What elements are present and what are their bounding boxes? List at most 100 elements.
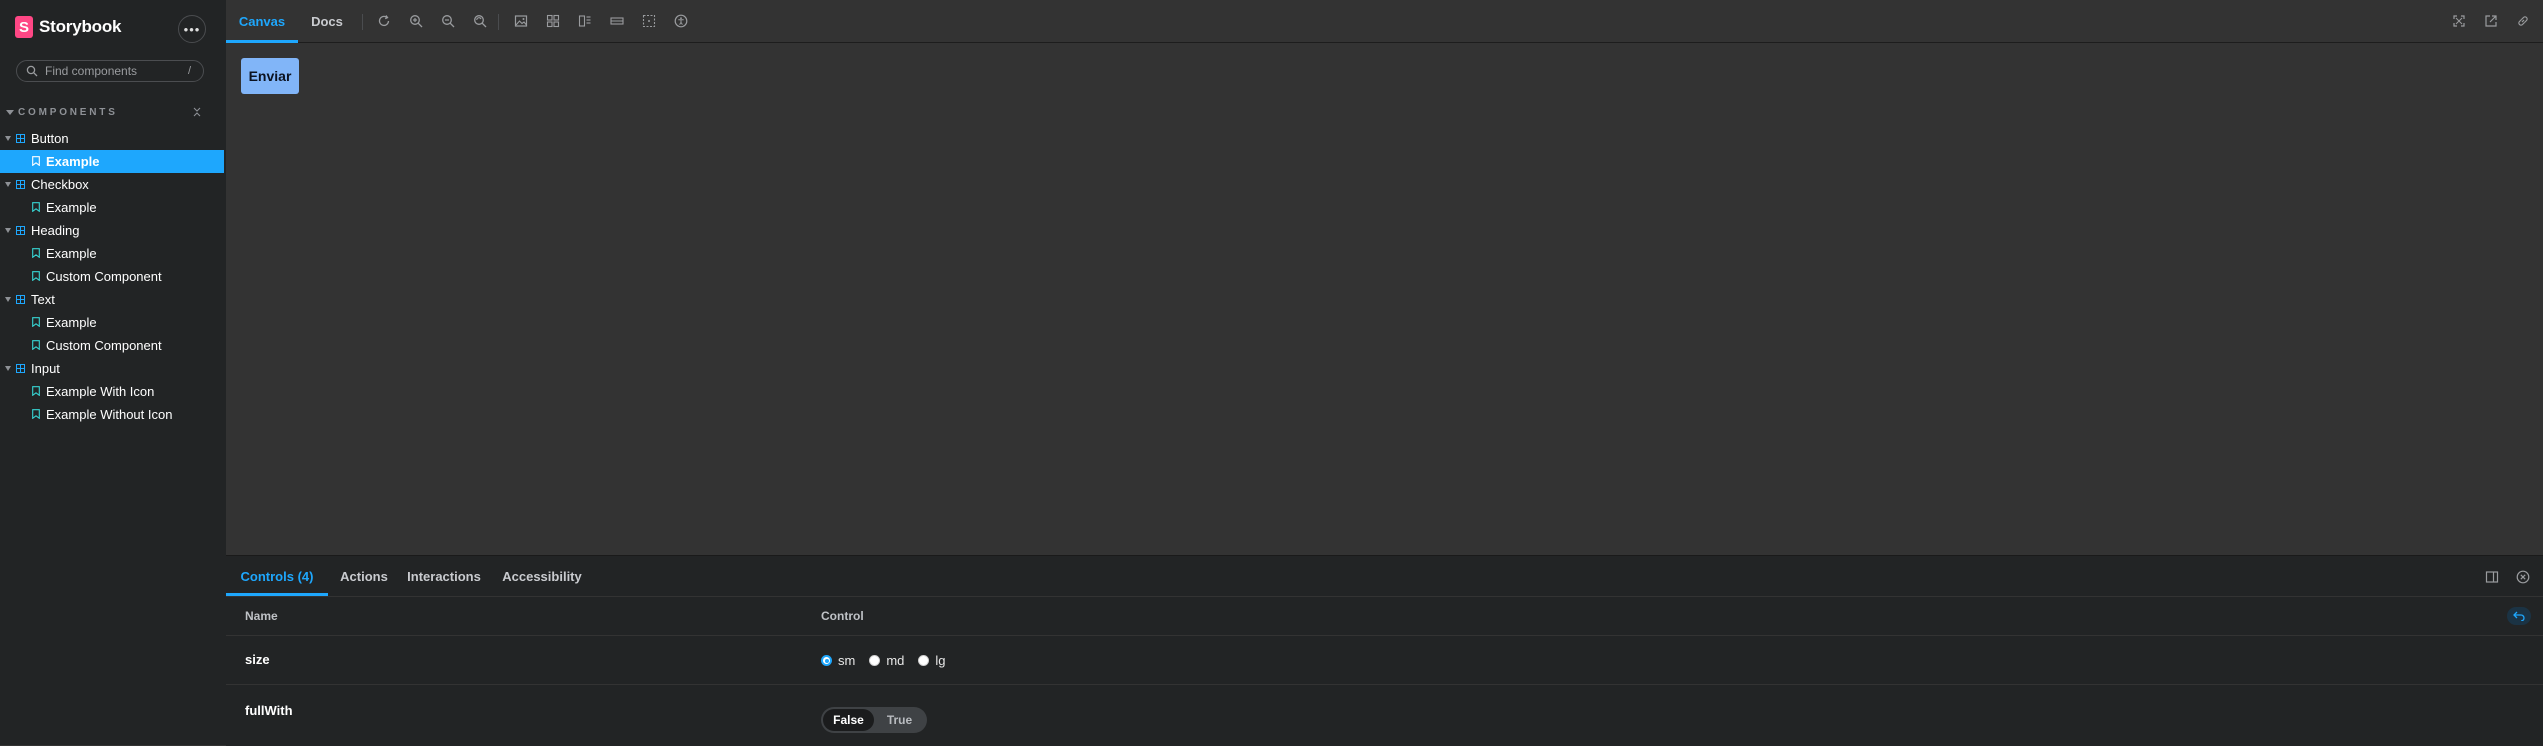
background-icon[interactable] xyxy=(514,14,528,28)
open-new-tab-icon[interactable] xyxy=(2484,14,2498,28)
sidebar-item-heading[interactable]: Heading xyxy=(0,219,226,242)
zoom-reset-icon[interactable] xyxy=(473,14,487,28)
sidebar-item-label: Example xyxy=(46,200,97,215)
measure-icon[interactable] xyxy=(610,14,624,28)
radio-lg[interactable]: lg xyxy=(918,653,946,668)
search-input[interactable]: Find components xyxy=(45,64,188,78)
radio-md[interactable]: md xyxy=(869,653,904,668)
radio-sm[interactable]: sm xyxy=(821,653,855,668)
sidebar-story-heading-example[interactable]: Example xyxy=(0,242,226,265)
sidebar-item-checkbox[interactable]: Checkbox xyxy=(0,173,226,196)
zoom-out-icon[interactable] xyxy=(441,14,455,28)
bookmark-icon xyxy=(32,202,40,212)
boolean-toggle[interactable]: False True xyxy=(821,707,927,733)
reset-controls-button[interactable] xyxy=(2507,607,2531,625)
copy-link-icon[interactable] xyxy=(2516,14,2530,28)
grid-icon[interactable] xyxy=(546,14,560,28)
sidebar-item-label: Text xyxy=(31,292,55,307)
sidebar-item-label: Example xyxy=(46,154,100,169)
sidebar-item-label: Example Without Icon xyxy=(46,407,173,422)
bookmark-icon xyxy=(32,271,40,281)
control-row-size: size sm md lg xyxy=(226,636,2543,685)
close-icon[interactable] xyxy=(2516,570,2530,584)
search-icon xyxy=(26,65,38,77)
preview-canvas: Enviar xyxy=(226,43,2543,555)
radio-button[interactable] xyxy=(821,655,832,666)
sidebar-item-label: Example With Icon xyxy=(46,384,155,399)
toolbar-divider xyxy=(498,14,499,30)
sidebar-story-checkbox-example[interactable]: Example xyxy=(0,196,226,219)
enviar-button[interactable]: Enviar xyxy=(241,58,299,94)
zoom-in-icon[interactable] xyxy=(409,14,423,28)
outline-icon[interactable] xyxy=(642,14,656,28)
chevron-down-icon xyxy=(5,136,11,141)
sidebar-story-button-example[interactable]: Example xyxy=(0,150,224,173)
chevron-down-icon xyxy=(5,297,11,302)
sidebar-item-label: Custom Component xyxy=(46,269,162,284)
addons-panel: Controls (4) Actions Interactions Access… xyxy=(226,555,2543,746)
chevron-down-icon xyxy=(5,182,11,187)
size-radio-group: sm md lg xyxy=(821,653,960,668)
reload-icon[interactable] xyxy=(377,14,391,28)
bookmark-icon xyxy=(32,248,40,258)
radio-label: lg xyxy=(935,653,946,668)
chevron-down-icon xyxy=(5,366,11,371)
sidebar-item-button[interactable]: Button xyxy=(0,127,226,150)
section-label: COMPONENTS xyxy=(18,106,118,118)
sidebar-item-label: Input xyxy=(31,361,60,376)
toggle-false[interactable]: False xyxy=(823,709,874,731)
controls-table-header: Name Control xyxy=(226,596,2543,636)
preview-toolbar: Canvas Docs xyxy=(226,0,2543,43)
component-icon xyxy=(16,134,25,143)
sidebar-menu-button[interactable]: ••• xyxy=(178,15,206,43)
sidebar-item-label: Button xyxy=(31,131,69,146)
components-section-header[interactable]: COMPONENTS xyxy=(6,104,202,120)
radio-button[interactable] xyxy=(918,655,930,666)
chevron-down-icon xyxy=(6,109,14,115)
sidebar-item-label: Custom Component xyxy=(46,338,162,353)
component-icon xyxy=(16,295,25,304)
sidebar-item-text[interactable]: Text xyxy=(0,288,226,311)
sidebar-story-text-example[interactable]: Example xyxy=(0,311,226,334)
tab-canvas[interactable]: Canvas xyxy=(226,0,298,43)
radio-label: sm xyxy=(838,653,856,668)
control-row-fullwith: fullWith False True xyxy=(226,685,2543,746)
radio-label: md xyxy=(886,653,905,668)
toolbar-divider xyxy=(362,14,363,30)
storybook-brand[interactable]: S Storybook xyxy=(15,16,121,38)
search-box[interactable]: Find components / xyxy=(16,60,204,82)
tab-docs[interactable]: Docs xyxy=(300,0,354,42)
undo-icon xyxy=(2513,611,2525,621)
tab-accessibility[interactable]: Accessibility xyxy=(494,556,590,596)
control-name: size xyxy=(245,652,270,667)
tab-actions[interactable]: Actions xyxy=(336,556,392,596)
panel-orientation-icon[interactable] xyxy=(2485,570,2499,584)
viewport-icon[interactable] xyxy=(578,14,592,28)
sidebar-story-input-without-icon[interactable]: Example Without Icon xyxy=(0,403,226,426)
sidebar-story-input-with-icon[interactable]: Example With Icon xyxy=(0,380,226,403)
chevron-down-icon xyxy=(5,228,11,233)
fullscreen-icon[interactable] xyxy=(2452,14,2466,28)
brand-name: Storybook xyxy=(39,17,122,36)
sidebar-item-label: Example xyxy=(46,315,97,330)
sidebar-item-input[interactable]: Input xyxy=(0,357,226,380)
toggle-true[interactable]: True xyxy=(874,709,925,731)
sidebar: S Storybook ••• Find components / COMPON… xyxy=(0,0,226,745)
control-name: fullWith xyxy=(245,703,293,718)
column-control: Control xyxy=(821,609,864,623)
bookmark-icon xyxy=(32,409,40,419)
search-shortcut: / xyxy=(187,65,191,77)
bookmark-icon xyxy=(32,340,40,350)
tab-controls[interactable]: Controls (4) xyxy=(226,556,328,596)
column-name: Name xyxy=(245,609,278,623)
bookmark-icon xyxy=(32,156,40,166)
storybook-logo: S xyxy=(15,16,33,38)
tab-interactions[interactable]: Interactions xyxy=(402,556,486,596)
bookmark-icon xyxy=(32,317,40,327)
collapse-all-icon[interactable] xyxy=(192,107,202,117)
accessibility-icon[interactable] xyxy=(674,14,688,28)
sidebar-story-text-custom-component[interactable]: Custom Component xyxy=(0,334,226,357)
radio-button[interactable] xyxy=(869,655,881,666)
sidebar-item-label: Checkbox xyxy=(31,177,89,192)
sidebar-story-heading-custom-component[interactable]: Custom Component xyxy=(0,265,226,288)
